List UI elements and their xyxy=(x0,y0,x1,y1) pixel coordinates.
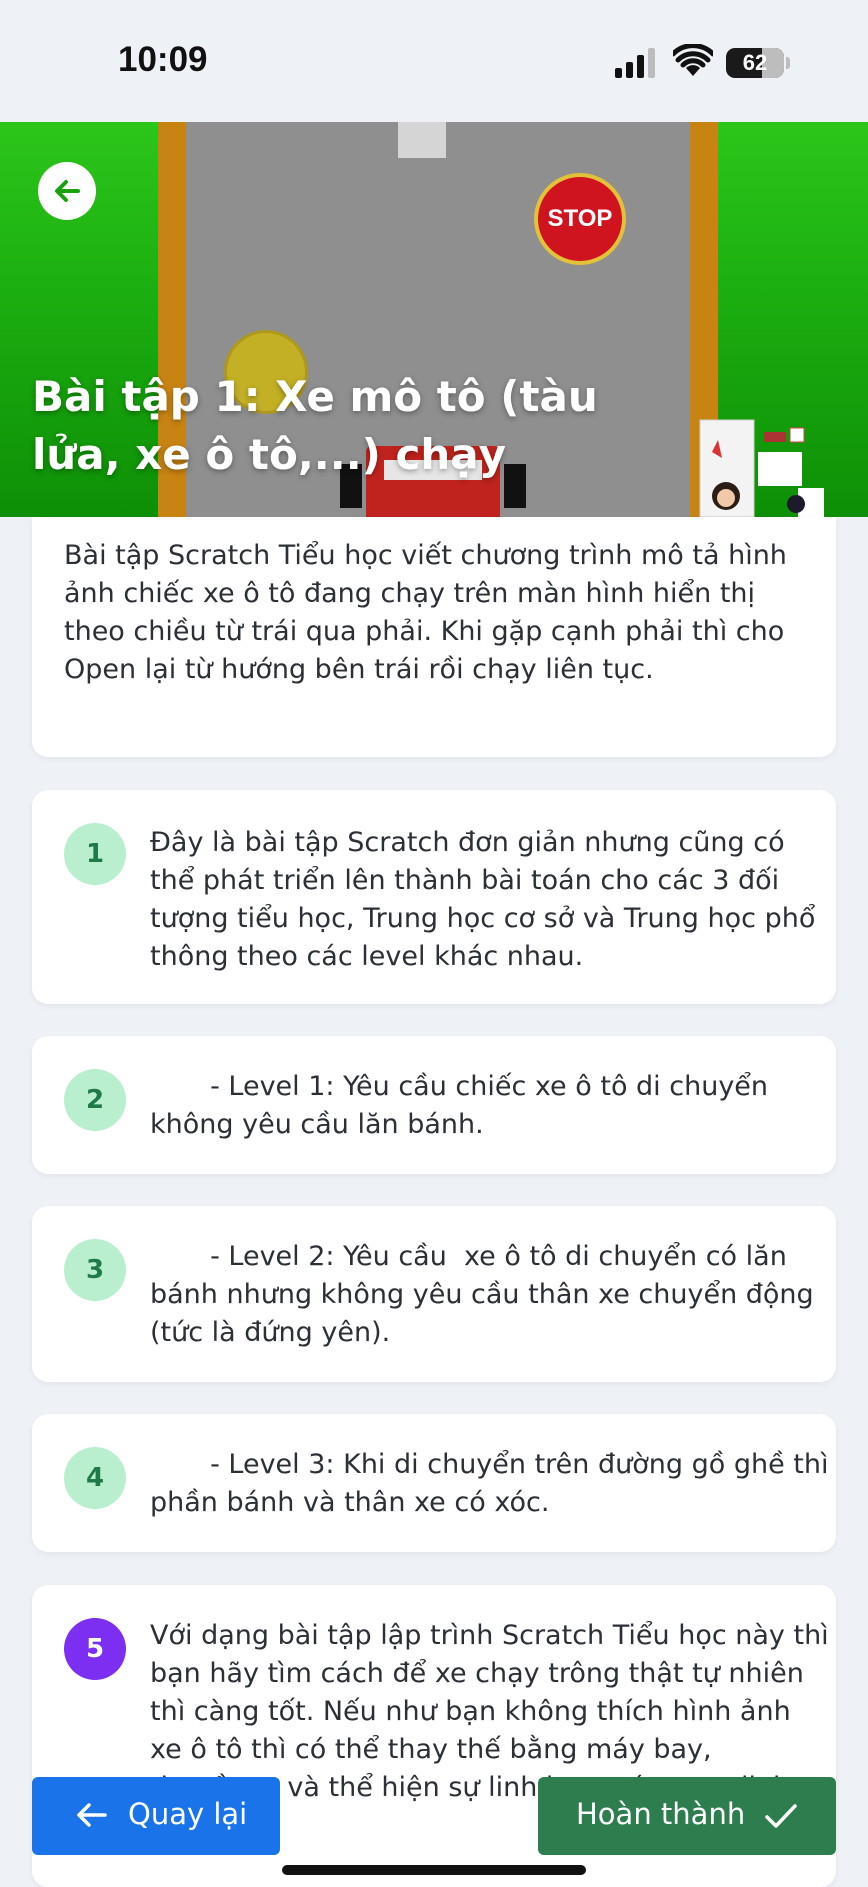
complete-button[interactable]: Hoàn thành xyxy=(538,1777,836,1855)
back-button[interactable]: Quay lại xyxy=(32,1777,280,1855)
step-text: Đây là bài tập Scratch đơn giản nhưng cũ… xyxy=(150,827,824,972)
wifi-icon xyxy=(673,44,713,76)
step-number-badge: 1 xyxy=(64,823,126,885)
step-text: - Level 1: Yêu cầu chiếc xe ô tô di chuy… xyxy=(150,1071,777,1140)
complete-button-label: Hoàn thành xyxy=(576,1797,746,1831)
back-button-label: Quay lại xyxy=(128,1797,248,1831)
back-arrow-button[interactable] xyxy=(38,162,96,220)
students-illustration xyxy=(699,419,824,517)
step-card: 2 - Level 1: Yêu cầu chiếc xe ô tô di ch… xyxy=(32,1036,836,1174)
battery-cap xyxy=(786,57,790,69)
stop-sign-icon: STOP xyxy=(534,173,626,265)
battery-level: 62 xyxy=(742,50,768,75)
step-number-badge: 3 xyxy=(64,1239,126,1301)
intro-card: Bài tập Scratch Tiểu học viết chương trì… xyxy=(32,517,836,757)
status-bar: 10:09 62 xyxy=(0,0,868,122)
cellular-signal-icon xyxy=(615,48,655,78)
arrow-left-icon xyxy=(77,1803,107,1827)
step-card: 4 - Level 3: Khi di chuyển trên đường gồ… xyxy=(32,1414,836,1552)
intro-text: Bài tập Scratch Tiểu học viết chương trì… xyxy=(64,540,787,685)
step-number-badge: 5 xyxy=(64,1618,126,1680)
status-time: 10:09 xyxy=(118,40,208,79)
step-text: - Level 3: Khi di chuyển trên đường gồ g… xyxy=(150,1449,838,1518)
hero-banner: STOP Bài tập 1: Xe mô tô (tàu lửa, xe ô … xyxy=(0,122,868,517)
arrow-left-icon xyxy=(55,180,80,202)
step-text: - Level 2: Yêu cầu xe ô tô di chuyển có … xyxy=(150,1241,823,1348)
step-card: 1 Đây là bài tập Scratch đơn giản nhưng … xyxy=(32,790,836,1004)
battery-icon: 62 xyxy=(726,48,784,78)
step-card: 3 - Level 2: Yêu cầu xe ô tô di chuyển c… xyxy=(32,1206,836,1382)
step-number-badge: 2 xyxy=(64,1069,126,1131)
home-indicator[interactable] xyxy=(282,1865,586,1875)
step-number-badge: 4 xyxy=(64,1447,126,1509)
checkmark-icon xyxy=(765,1804,797,1828)
road-marker xyxy=(398,122,446,158)
page-title: Bài tập 1: Xe mô tô (tàu lửa, xe ô tô,..… xyxy=(32,372,598,479)
